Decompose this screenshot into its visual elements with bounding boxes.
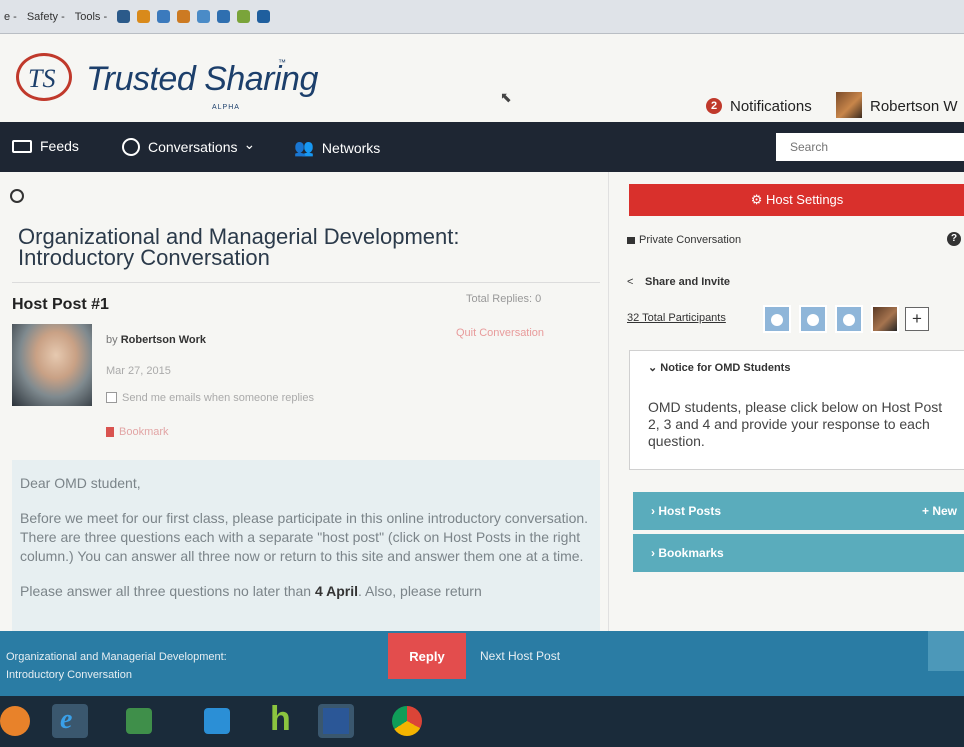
tools-menu[interactable]: Tools - <box>75 11 107 23</box>
mouse-cursor-icon: ⬉ <box>500 89 512 105</box>
page-menu[interactable]: e - <box>4 11 17 23</box>
toolbar-extension-icon[interactable] <box>217 10 231 23</box>
avatar-face-icon <box>843 314 855 326</box>
toolbar-extension-icon[interactable] <box>137 10 151 23</box>
logo-initials[interactable]: TS <box>28 64 55 94</box>
windows-media-icon[interactable] <box>0 706 30 736</box>
next-host-post-link[interactable]: Next Host Post <box>480 649 560 663</box>
host-settings-button[interactable]: ⚙ Host Settings <box>629 184 964 216</box>
host-avatar[interactable] <box>12 324 92 406</box>
safety-menu[interactable]: Safety - <box>27 11 65 23</box>
chrome-icon[interactable] <box>392 706 422 736</box>
private-conversation-label: Private Conversation <box>639 234 742 246</box>
divider <box>12 282 600 283</box>
toolbar-extension-icon[interactable] <box>157 10 171 23</box>
bookmark-icon[interactable] <box>106 427 114 437</box>
gear-icon: ⚙ <box>750 192 763 207</box>
host-settings-label: Host Settings <box>765 192 844 207</box>
nav-feeds[interactable]: Feeds <box>12 138 79 154</box>
share-and-invite-link[interactable]: Share and Invite <box>645 276 730 288</box>
chevron-down-icon: ⌄ <box>648 362 661 374</box>
conversation-main: Organizational and Managerial Developmen… <box>0 172 608 642</box>
participant-avatar[interactable] <box>799 305 827 333</box>
user-avatar[interactable] <box>836 92 862 118</box>
toolbar-extension-icon[interactable] <box>197 10 211 23</box>
email-replies-checkbox[interactable] <box>106 392 117 403</box>
chevron-right-icon: › <box>651 546 655 560</box>
host-posts-button[interactable]: › Host Posts + New <box>633 492 964 530</box>
total-replies: Total Replies: 0 <box>466 293 542 305</box>
conversation-icon <box>122 138 140 156</box>
notice-heading[interactable]: ⌄ Notice for OMD Students <box>648 361 790 374</box>
notifications-badge[interactable]: 2 <box>706 98 722 114</box>
logo-subtitle: ALPHA <box>212 104 240 111</box>
lock-icon <box>627 237 635 244</box>
people-icon: 👥 <box>294 140 314 157</box>
footer-conversation-title: Organizational and Managerial Developmen… <box>6 651 227 681</box>
email-replies-label[interactable]: Send me emails when someone replies <box>122 392 314 404</box>
bookmarks-label: Bookmarks <box>658 546 724 560</box>
help-icon[interactable]: ? <box>947 232 961 246</box>
conversation-icon <box>10 189 24 203</box>
excel-icon[interactable] <box>126 708 152 734</box>
main-nav: Feeds Conversations ⌄ 👥 Networks <box>0 122 964 172</box>
avatar-face-icon <box>807 314 819 326</box>
participant-avatar[interactable] <box>763 305 791 333</box>
host-post-title: Host Post #1 <box>12 296 109 313</box>
post-paragraph: Please answer all three questions no lat… <box>20 583 482 599</box>
logo-trademark: ™ <box>278 58 286 67</box>
scroll-to-top-button[interactable] <box>928 631 964 671</box>
notice-text: OMD students, please click below on Host… <box>648 399 943 449</box>
search-input[interactable] <box>776 133 964 161</box>
help-icon[interactable] <box>117 10 131 23</box>
feeds-icon <box>12 139 32 153</box>
user-name-link[interactable]: Robertson W <box>870 98 958 115</box>
add-participant-button[interactable]: + <box>905 307 929 331</box>
bookmarks-button[interactable]: › Bookmarks <box>633 534 964 572</box>
conversation-sidebar: ⚙ Host Settings Private Conversation ? <… <box>608 172 964 642</box>
author-line: by Robertson Work <box>106 334 206 346</box>
media-player-icon[interactable] <box>204 708 230 734</box>
new-host-post-button[interactable]: + New <box>922 492 957 530</box>
host-posts-label: Host Posts <box>658 504 722 518</box>
page-title: Organizational and Managerial Developmen… <box>18 224 460 270</box>
notifications-link[interactable]: Notifications <box>730 98 812 115</box>
chevron-down-icon: ⌄ <box>243 135 256 152</box>
h-app-icon[interactable]: h <box>264 700 300 738</box>
chevron-right-icon: › <box>651 504 655 518</box>
quit-conversation-link[interactable]: Quit Conversation <box>456 327 544 339</box>
participant-avatar[interactable] <box>871 305 899 333</box>
screen: e - Safety - Tools - TS Trusted Sharing … <box>0 0 964 747</box>
bookmark-link[interactable]: Bookmark <box>119 426 169 438</box>
post-date: Mar 27, 2015 <box>106 365 171 377</box>
browser-command-bar: e - Safety - Tools - <box>0 0 964 34</box>
toolbar-extension-icon[interactable] <box>177 10 191 23</box>
nav-conversations-label: Conversations <box>148 139 238 155</box>
author-name-link[interactable]: Robertson Work <box>121 334 206 346</box>
post-greeting: Dear OMD student, <box>20 475 141 491</box>
toolbar-extension-icon[interactable] <box>257 10 271 23</box>
notice-panel: ⌄ Notice for OMD Students OMD students, … <box>629 350 964 470</box>
nav-networks[interactable]: 👥 Networks <box>294 138 380 158</box>
nav-conversations[interactable]: Conversations ⌄ <box>122 135 256 156</box>
participant-avatar[interactable] <box>835 305 863 333</box>
share-icon: < <box>627 276 634 288</box>
participants-link[interactable]: 32 Total Participants <box>627 312 726 324</box>
internet-explorer-icon[interactable]: e <box>52 704 88 738</box>
reply-button[interactable]: Reply <box>388 633 466 679</box>
word-icon[interactable] <box>318 704 354 738</box>
avatar-face-icon <box>771 314 783 326</box>
conversation-footer-bar: Organizational and Managerial Developmen… <box>0 631 964 696</box>
site-header: TS Trusted Sharing ™ ALPHA ⬉ 2 Notificat… <box>0 34 964 122</box>
windows-taskbar: e h <box>0 696 964 747</box>
nav-feeds-label: Feeds <box>40 138 79 154</box>
nav-networks-label: Networks <box>321 140 381 156</box>
post-body: Dear OMD student, Before we meet for our… <box>12 460 600 642</box>
by-prefix: by <box>106 334 118 346</box>
toolbar-extension-icon[interactable] <box>237 10 251 23</box>
post-paragraph: Before we meet for our first class, plea… <box>20 510 589 564</box>
